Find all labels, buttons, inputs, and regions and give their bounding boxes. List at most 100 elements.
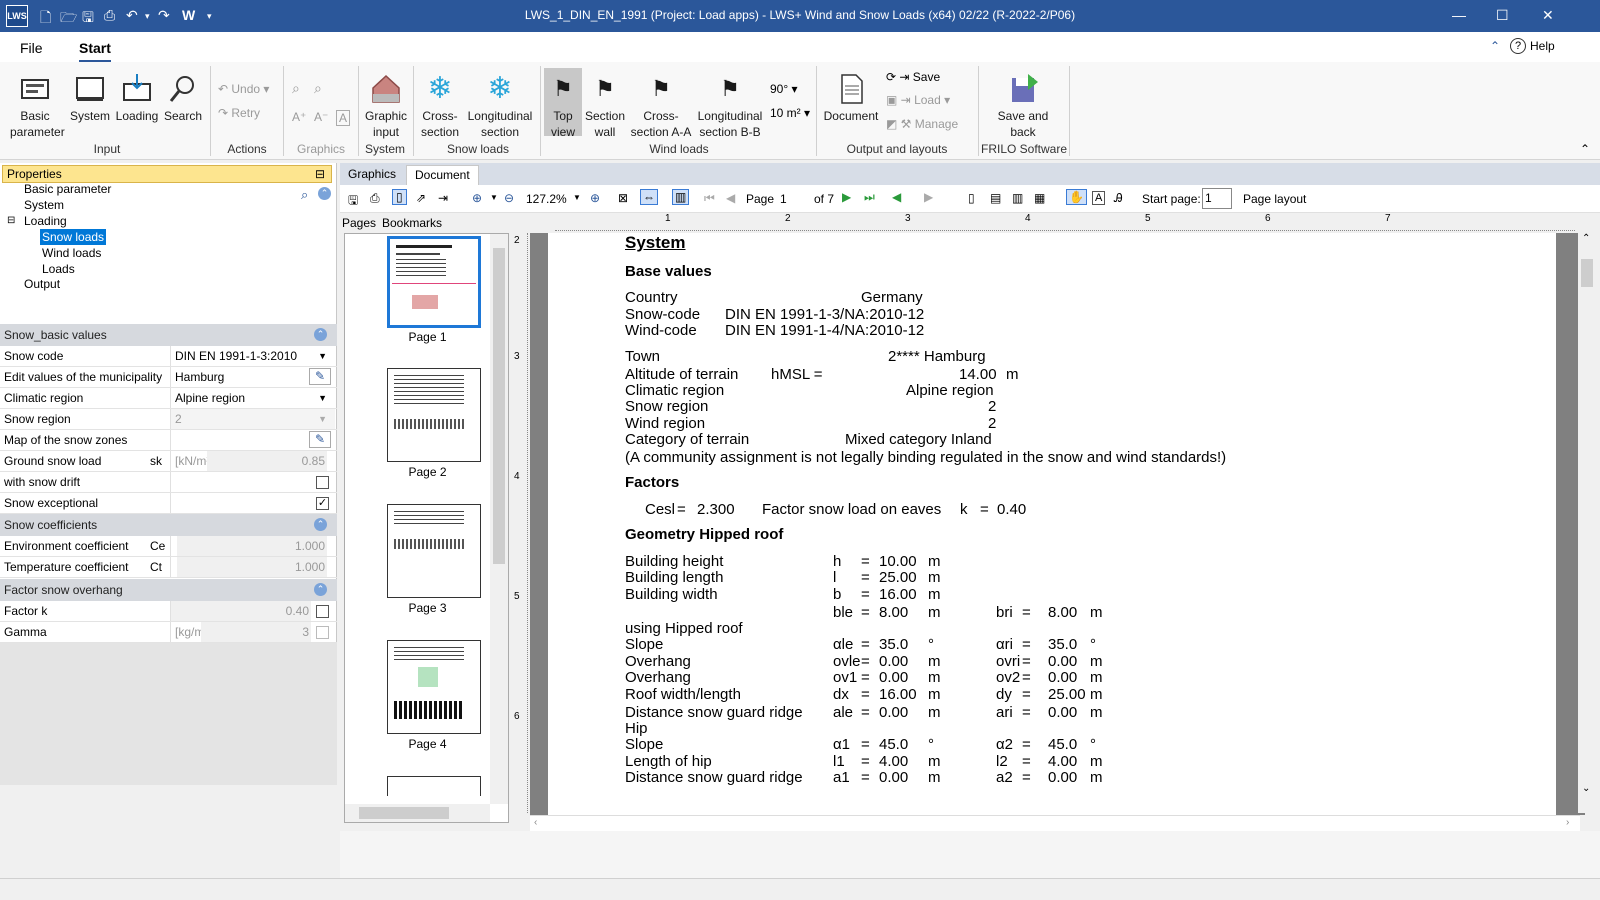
fit-page-icon[interactable]: ⊠ bbox=[618, 191, 628, 205]
zoom-in-icon[interactable]: ⊕ bbox=[472, 191, 482, 205]
document-hscrollbar[interactable]: ‹ › bbox=[530, 815, 1580, 831]
environment-coefficient-field[interactable]: 1.000 bbox=[177, 536, 327, 556]
system-button[interactable]: System bbox=[66, 72, 114, 124]
pin-icon[interactable]: ⊟ bbox=[315, 166, 325, 182]
longitudinal-section-snow-button[interactable]: ❄ Longitudinal section bbox=[464, 72, 536, 140]
facing-icon[interactable]: ▥ bbox=[1012, 191, 1023, 205]
text-smaller-icon[interactable]: A⁻ bbox=[314, 110, 328, 124]
tree-item-wind-loads[interactable]: Wind loads bbox=[42, 245, 101, 261]
scroll-left-icon[interactable]: ‹ bbox=[534, 817, 537, 828]
cross-section-snow-button[interactable]: ❄ Cross-section bbox=[418, 72, 462, 140]
thumbnail-page-5[interactable] bbox=[387, 776, 481, 796]
section-factor-snow-overhang[interactable]: Factor snow overhang ⌃ bbox=[0, 579, 337, 601]
help-menu[interactable]: Help bbox=[1530, 39, 1555, 53]
continuous-icon[interactable]: ▤ bbox=[990, 191, 1001, 205]
tab-document[interactable]: Document bbox=[406, 165, 479, 185]
factor-k-checkbox[interactable] bbox=[316, 605, 329, 618]
section-wall-button[interactable]: ⚑ Section wall bbox=[584, 72, 626, 140]
tree-item-loads[interactable]: Loads bbox=[42, 261, 75, 277]
close-button[interactable]: ✕ bbox=[1542, 7, 1554, 24]
search-button[interactable]: Search bbox=[162, 72, 204, 124]
thumbnail-page-3[interactable] bbox=[387, 504, 481, 598]
tab-pages[interactable]: Pages bbox=[342, 216, 376, 230]
scroll-up-icon[interactable]: ⌃ bbox=[1582, 233, 1590, 244]
edit-icon[interactable]: ✎ bbox=[309, 431, 331, 448]
thumbnail-page-2[interactable] bbox=[387, 368, 481, 462]
single-page-icon[interactable]: ▯ bbox=[968, 191, 975, 205]
thumbnail-page-4[interactable] bbox=[387, 640, 481, 734]
chevron-down-icon[interactable]: ▼ bbox=[318, 388, 327, 408]
chevron-down-icon[interactable]: ▼ bbox=[573, 193, 581, 202]
help-icon[interactable]: ? bbox=[1510, 38, 1526, 54]
zoom-in-icon[interactable]: ⌕ bbox=[292, 80, 300, 97]
fit-width-icon[interactable]: ⇔ bbox=[640, 189, 658, 205]
top-view-button[interactable]: ⚑ Top view bbox=[544, 68, 582, 139]
document-scrollbar[interactable]: ⌃ ⌄ bbox=[1578, 233, 1596, 813]
longitudinal-section-bb-button[interactable]: ⚑ Longitudinal section B-B bbox=[694, 72, 766, 140]
tree-item-basic-parameter[interactable]: Basic parameter bbox=[24, 181, 111, 197]
print-icon[interactable]: ⎙ bbox=[370, 191, 380, 206]
export-icon[interactable]: ⇗ bbox=[416, 191, 426, 205]
chevron-down-icon[interactable]: ▼ bbox=[318, 409, 327, 429]
section-snow-basic-values[interactable]: Snow_basic values ⌃ bbox=[0, 324, 337, 346]
section-snow-coefficients[interactable]: Snow coefficients ⌃ bbox=[0, 514, 337, 536]
hand-tool-icon[interactable]: ✋ bbox=[1066, 189, 1087, 205]
page-view-icon[interactable]: ▯ bbox=[392, 189, 407, 205]
maximize-button[interactable]: ☐ bbox=[1496, 7, 1509, 24]
collapse-icon[interactable]: ⌃ bbox=[314, 518, 327, 531]
tab-file[interactable]: File bbox=[20, 40, 43, 56]
document-view[interactable]: System Base values Country Germany Snow-… bbox=[530, 233, 1585, 815]
text-frame-icon[interactable]: A bbox=[336, 110, 351, 126]
climatic-region-select[interactable]: Alpine region bbox=[170, 388, 335, 408]
undo-button[interactable]: ↶ Undo ▾ bbox=[218, 82, 269, 96]
start-page-input[interactable]: 1 bbox=[1202, 188, 1232, 209]
save-layout-button[interactable]: ⟳ ⇥ Save bbox=[886, 70, 940, 84]
minimize-button[interactable]: — bbox=[1452, 7, 1466, 23]
text-larger-icon[interactable]: A⁺ bbox=[292, 110, 306, 124]
text-select-icon[interactable]: A bbox=[1092, 191, 1106, 205]
collapse-icon[interactable]: ⌃ bbox=[314, 583, 327, 596]
send-icon[interactable]: ⇥ bbox=[438, 191, 448, 205]
two-page-icon[interactable]: ▥ bbox=[672, 189, 690, 205]
forward-icon[interactable]: ▶ bbox=[924, 190, 933, 204]
next-page-icon[interactable]: ▶ bbox=[842, 190, 851, 204]
area-dropdown[interactable]: 10 m² ▾ bbox=[770, 106, 810, 120]
tree-expander-icon[interactable]: ⊟ bbox=[7, 213, 15, 229]
thumbnail-hscrollbar[interactable] bbox=[345, 804, 490, 822]
collapse-ribbon-chevron-icon[interactable]: ⌃ bbox=[1580, 142, 1590, 156]
tab-graphics[interactable]: Graphics bbox=[340, 165, 404, 185]
zoom-out-icon[interactable]: ⊖ bbox=[504, 191, 514, 205]
search-icon[interactable]: ⌕ bbox=[301, 187, 308, 203]
last-page-icon[interactable]: ⏭ bbox=[864, 190, 875, 205]
scroll-right-icon[interactable]: › bbox=[1566, 817, 1569, 828]
zoom-fit-icon[interactable]: ⌕ bbox=[314, 80, 322, 97]
factor-k-field[interactable]: 0.40 bbox=[171, 601, 311, 621]
scroll-thumb[interactable] bbox=[1581, 259, 1593, 287]
basic-parameter-button[interactable]: Basic parameter bbox=[10, 72, 65, 140]
gamma-field[interactable]: 3 bbox=[201, 622, 311, 642]
tree-item-output[interactable]: Output bbox=[24, 276, 60, 292]
ground-snow-load-field[interactable]: 0.85 bbox=[207, 451, 327, 471]
gamma-checkbox[interactable] bbox=[316, 626, 329, 639]
thumbnail-page-1[interactable] bbox=[387, 236, 481, 328]
tab-start[interactable]: Start bbox=[79, 40, 111, 63]
collapse-ribbon-icon[interactable]: ⌃ bbox=[1490, 39, 1500, 53]
collapse-icon[interactable]: ⌃ bbox=[314, 328, 327, 341]
loading-button[interactable]: Loading bbox=[114, 72, 160, 124]
save-and-back-button[interactable]: Save and back bbox=[990, 72, 1056, 140]
graphic-input-button[interactable]: Graphic input bbox=[362, 72, 410, 140]
angle-dropdown[interactable]: 90° ▾ bbox=[770, 82, 798, 96]
save-icon[interactable]: 🖫 bbox=[348, 191, 358, 212]
scroll-down-icon[interactable]: ⌄ bbox=[1582, 783, 1590, 794]
find-text-icon[interactable]: Ꭿ bbox=[1114, 191, 1123, 206]
temperature-coefficient-field[interactable]: 1.000 bbox=[177, 557, 327, 577]
snow-region-select[interactable]: 2 bbox=[170, 409, 335, 429]
back-icon[interactable]: ◀ bbox=[892, 190, 901, 204]
snow-exceptional-checkbox[interactable]: ✓ bbox=[316, 497, 329, 510]
cross-section-aa-button[interactable]: ⚑ Cross-section A-A bbox=[630, 72, 692, 140]
collapse-icon[interactable]: ⌃ bbox=[318, 187, 331, 200]
multi-page-icon[interactable]: ▦ bbox=[1034, 191, 1045, 205]
tree-item-system[interactable]: System bbox=[24, 197, 64, 213]
manage-layout-button[interactable]: ◩ ⚒ Manage bbox=[886, 117, 958, 131]
load-layout-button[interactable]: ▣ ⇥ Load ▾ bbox=[886, 93, 950, 107]
